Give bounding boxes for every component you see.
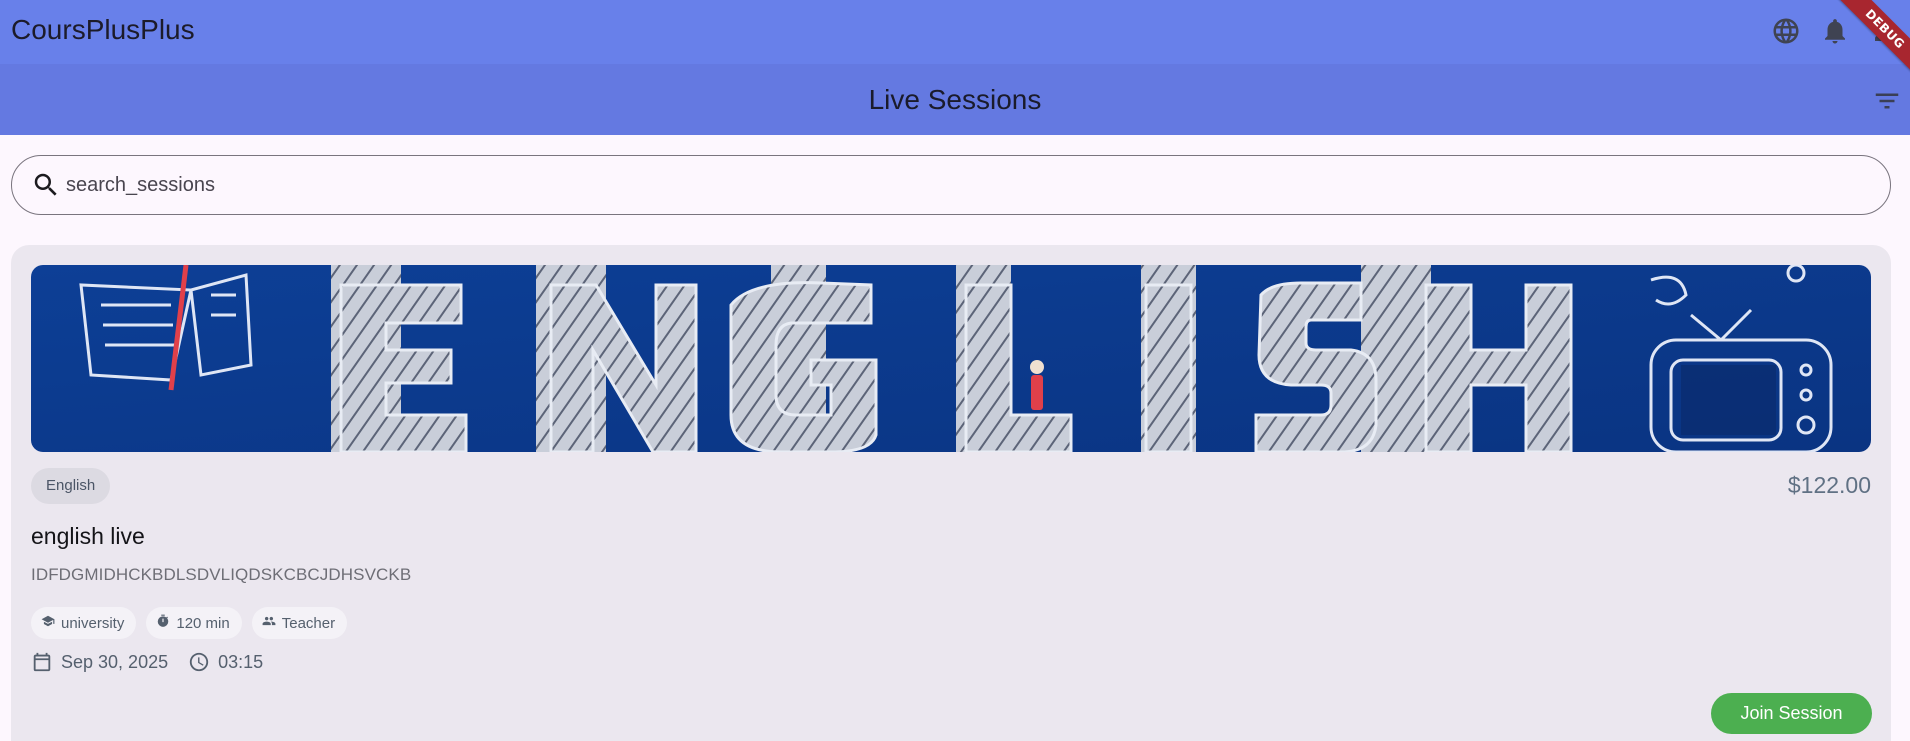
search-icon xyxy=(31,170,61,200)
join-session-button[interactable]: Join Session xyxy=(1711,693,1872,734)
level-label: university xyxy=(61,614,125,632)
page-header: Live Sessions xyxy=(0,64,1910,135)
filter-icon[interactable] xyxy=(1872,86,1902,116)
timer-icon xyxy=(156,614,170,632)
session-schedule: Sep 30, 2025 03:15 xyxy=(31,651,263,673)
session-card[interactable]: English $122.00 english live IDFDGMIDHCK… xyxy=(11,245,1891,741)
subject-chip: English xyxy=(31,468,111,504)
session-banner-image xyxy=(31,265,1871,452)
page-title: Live Sessions xyxy=(868,84,1042,115)
session-price: $122.00 xyxy=(1787,472,1871,498)
app-title: CoursPlusPlus xyxy=(11,14,195,45)
app-bar: CoursPlusPlus xyxy=(0,0,1910,64)
duration-label: 120 min xyxy=(176,614,230,632)
session-time: 03:15 xyxy=(218,651,264,672)
type-chip: Teacher xyxy=(251,607,348,639)
globe-icon[interactable] xyxy=(1769,14,1803,48)
session-date: Sep 30, 2025 xyxy=(61,651,169,672)
level-chip: university xyxy=(31,607,137,639)
type-label: Teacher xyxy=(281,614,336,632)
search-field[interactable] xyxy=(11,155,1891,215)
search-input[interactable] xyxy=(66,166,1846,204)
session-title: english live xyxy=(31,523,145,549)
people-icon xyxy=(262,614,276,632)
bell-icon[interactable] xyxy=(1818,14,1852,48)
duration-chip: 120 min xyxy=(146,607,242,639)
calendar-icon xyxy=(31,651,53,673)
session-meta-chips: university 120 min Teacher xyxy=(31,607,348,639)
school-icon xyxy=(41,614,55,632)
session-description: IDFDGMIDHCKBDLSDVLIQDSKCBCJDHSVCKB xyxy=(31,565,412,584)
clock-icon xyxy=(188,651,210,673)
